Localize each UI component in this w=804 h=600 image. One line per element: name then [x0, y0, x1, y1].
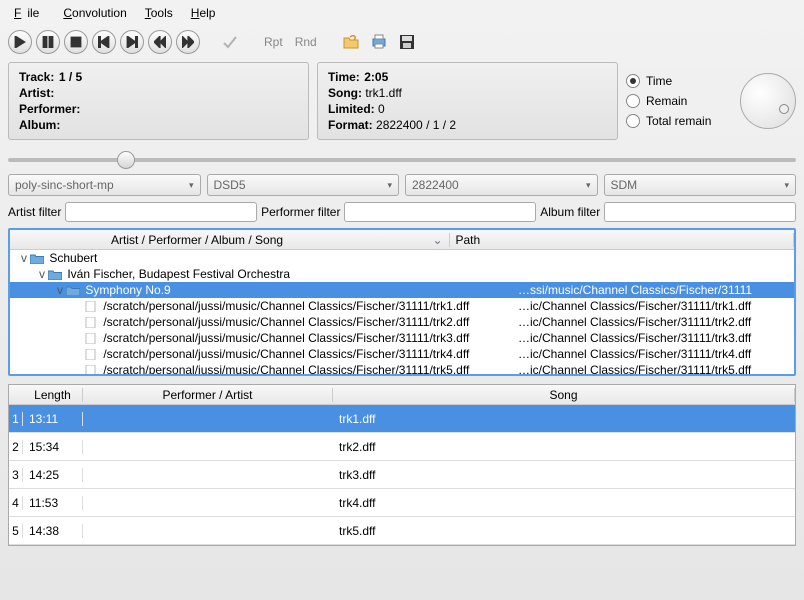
prev-track-button[interactable] [92, 30, 116, 54]
tree-row[interactable]: /scratch/personal/jussi/music/Channel Cl… [10, 330, 794, 346]
sort-indicator-icon: ⌄ [432, 233, 442, 247]
repeat-toggle[interactable]: Rpt [260, 35, 287, 49]
artist-filter-input[interactable] [65, 202, 257, 222]
time-info-panel: Time: 2:05 Song: trk1.dff Limited: 0 For… [317, 62, 618, 140]
pause-button[interactable] [36, 30, 60, 54]
folder-icon [48, 267, 64, 281]
artist-filter-label: Artist filter [8, 205, 61, 219]
stop-button[interactable] [64, 30, 88, 54]
play-button[interactable] [8, 30, 32, 54]
menu-help[interactable]: Help [185, 4, 222, 22]
dropdown-row: poly-sinc-short-mp▾ DSD5▾ 2822400▾ SDM▾ [8, 174, 796, 196]
track-info-panel: Track: 1 / 5 Artist: Performer: Album: [8, 62, 309, 140]
album-filter-input[interactable] [604, 202, 796, 222]
filter-row: Artist filter Performer filter Album fil… [8, 202, 796, 222]
playlist-row[interactable]: 411:53trk4.dff [9, 489, 795, 517]
rate-dropdown[interactable]: 2822400▾ [405, 174, 598, 196]
rewind-button[interactable] [148, 30, 172, 54]
slider-thumb[interactable] [117, 151, 135, 169]
radio-total-remain[interactable]: Total remain [626, 114, 711, 128]
radio-dot-icon [630, 78, 636, 84]
radio-time[interactable]: Time [626, 74, 711, 88]
check-icon[interactable] [218, 30, 242, 54]
file-icon [84, 299, 100, 313]
toolbar: Rpt Rnd [8, 26, 796, 62]
tree-row[interactable]: /scratch/personal/jussi/music/Channel Cl… [10, 362, 794, 376]
random-toggle[interactable]: Rnd [291, 35, 321, 49]
menu-file[interactable]: File [8, 4, 51, 22]
file-icon [84, 315, 100, 329]
menu-tools[interactable]: Tools [139, 4, 179, 22]
tree-row[interactable]: v Iván Fischer, Budapest Festival Orches… [10, 266, 794, 282]
menubar: File Convolution Tools Help [8, 0, 796, 26]
tree-row[interactable]: v Symphony No.9…ssi/music/Channel Classi… [10, 282, 794, 298]
forward-button[interactable] [176, 30, 200, 54]
performer-filter-input[interactable] [344, 202, 536, 222]
album-filter-label: Album filter [540, 205, 600, 219]
playlist-row[interactable]: 215:34trk2.dff [9, 433, 795, 461]
next-track-button[interactable] [120, 30, 144, 54]
playlist-row[interactable]: 514:38trk5.dff [9, 517, 795, 545]
folder-icon [30, 251, 46, 265]
playlist-row[interactable]: 314:25trk3.dff [9, 461, 795, 489]
file-icon [84, 363, 100, 376]
dsd-dropdown[interactable]: DSD5▾ [207, 174, 400, 196]
playlist-row[interactable]: 113:11trk1.dff [9, 405, 795, 433]
save-icon[interactable] [395, 30, 419, 54]
filter-dropdown[interactable]: poly-sinc-short-mp▾ [8, 174, 201, 196]
file-icon [84, 347, 100, 361]
chevron-down-icon: ▾ [586, 180, 591, 191]
menu-convolution[interactable]: Convolution [57, 4, 132, 22]
volume-knob[interactable] [740, 73, 796, 129]
tree-row[interactable]: /scratch/personal/jussi/music/Channel Cl… [10, 346, 794, 362]
tree-row[interactable]: v Schubert [10, 250, 794, 266]
seek-slider[interactable] [8, 150, 796, 170]
playlist-header: Length Performer / Artist Song [9, 385, 795, 405]
tree-row[interactable]: /scratch/personal/jussi/music/Channel Cl… [10, 314, 794, 330]
info-row: Track: 1 / 5 Artist: Performer: Album: T… [8, 62, 796, 140]
library-tree[interactable]: Artist / Performer / Album / Song⌄ Path … [8, 228, 796, 376]
open-folder-icon[interactable] [339, 30, 363, 54]
chevron-down-icon: ▾ [784, 180, 789, 191]
tree-row[interactable]: /scratch/personal/jussi/music/Channel Cl… [10, 298, 794, 314]
chevron-down-icon: ▾ [189, 180, 194, 191]
performer-filter-label: Performer filter [261, 205, 340, 219]
time-mode-panel: Time Remain Total remain [626, 62, 796, 140]
folder-icon [66, 283, 82, 297]
tree-header: Artist / Performer / Album / Song⌄ Path [10, 230, 794, 250]
print-icon[interactable] [367, 30, 391, 54]
chevron-down-icon: ▾ [387, 180, 392, 191]
playlist-table[interactable]: Length Performer / Artist Song 113:11trk… [8, 384, 796, 546]
sdm-dropdown[interactable]: SDM▾ [604, 174, 797, 196]
radio-remain[interactable]: Remain [626, 94, 711, 108]
file-icon [84, 331, 100, 345]
